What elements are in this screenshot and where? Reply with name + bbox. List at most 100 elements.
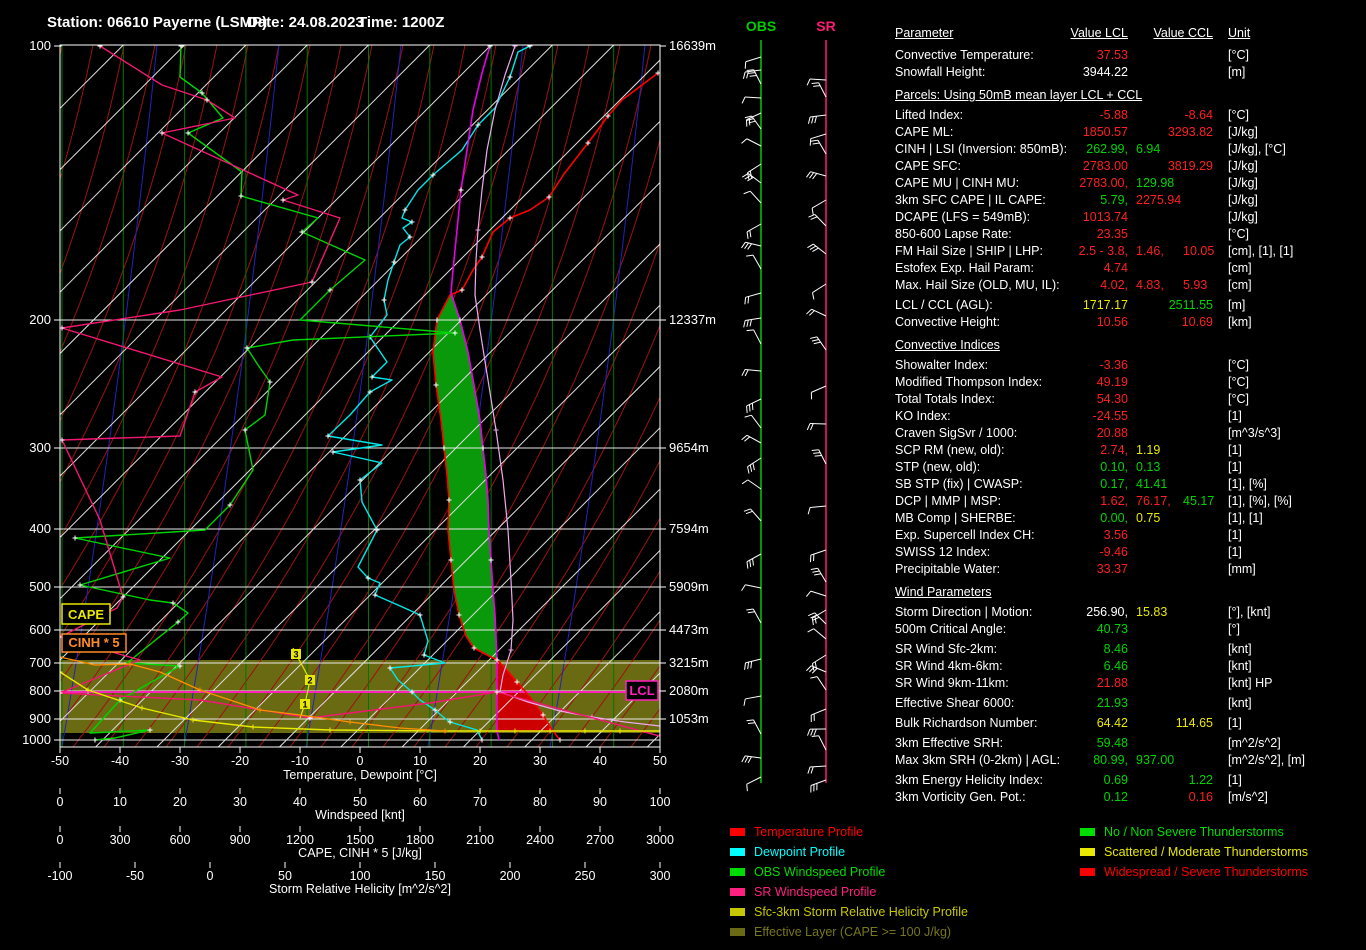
param-unit: [cm] bbox=[1228, 261, 1252, 275]
svg-text:-50: -50 bbox=[51, 754, 69, 768]
param-value-2: 1.19 bbox=[1136, 443, 1161, 457]
param-value-lcl: 0.17, bbox=[1100, 477, 1128, 491]
param-row: DCAPE (LFS = 549mB): 1013.74 [J/kg] bbox=[895, 210, 1363, 227]
param-unit: [cm], [1], [1] bbox=[1228, 244, 1294, 258]
param-row: SR Wind Sfc-2km: 8.46 [knt] bbox=[895, 642, 1363, 659]
param-value-lcl: 49.19 bbox=[1096, 375, 1128, 389]
param-row: Craven SigSvr / 1000: 20.88 [m^3/s^3] bbox=[895, 426, 1363, 443]
svg-text:2100: 2100 bbox=[466, 833, 494, 847]
svg-text:600: 600 bbox=[29, 622, 51, 637]
km-height-marker: 3 bbox=[291, 649, 301, 660]
param-value-lcl: 8.46 bbox=[1103, 642, 1128, 656]
param-value-lcl: 4.02, bbox=[1100, 278, 1128, 292]
km-height-marker: 2 bbox=[305, 675, 315, 686]
param-unit: [°C] bbox=[1228, 392, 1249, 406]
date-title: Date: 24.08.2023 bbox=[247, 14, 364, 31]
svg-text:200: 200 bbox=[29, 312, 51, 327]
param-value-2: 15.83 bbox=[1136, 605, 1168, 619]
param-unit: [1] bbox=[1228, 409, 1242, 423]
svg-text:30: 30 bbox=[533, 754, 547, 768]
legend-label: Scattered / Moderate Thunderstorms bbox=[1104, 845, 1309, 859]
svg-text:-20: -20 bbox=[231, 754, 249, 768]
param-value-lcl: 40.73 bbox=[1096, 622, 1128, 636]
param-value-lcl: -24.55 bbox=[1092, 409, 1128, 423]
param-unit: [1] bbox=[1228, 773, 1242, 787]
section-header: Parcels: Using 50mB mean layer LCL + CCL bbox=[895, 88, 1363, 108]
param-row: SCP RM (new, old): 2.74, 1.19 [1] bbox=[895, 443, 1363, 460]
param-value-lcl: 23.35 bbox=[1096, 227, 1128, 241]
svg-text:2700: 2700 bbox=[586, 833, 614, 847]
param-row: 3km Energy Helicity Index: 0.69 1.22 [1] bbox=[895, 773, 1363, 790]
legend-label: OBS Windspeed Profile bbox=[754, 865, 886, 879]
param-row: KO Index: -24.55 [1] bbox=[895, 409, 1363, 426]
param-row: LCL / CCL (AGL): 1717.17 2511.55 [m] bbox=[895, 298, 1363, 315]
param-row: 500m Critical Angle: 40.73 [°] bbox=[895, 622, 1363, 639]
param-unit: [°C] bbox=[1228, 375, 1249, 389]
svg-text:CINH * 5: CINH * 5 bbox=[68, 635, 119, 650]
svg-text:20: 20 bbox=[173, 795, 187, 809]
param-value-lcl: 1013.74 bbox=[1082, 210, 1128, 224]
profile-legend-item: SR Windspeed Profile bbox=[730, 882, 968, 902]
param-unit: [J/kg] bbox=[1228, 176, 1258, 190]
svg-text:-100: -100 bbox=[47, 869, 72, 883]
param-unit: [m^2/s^2], [m] bbox=[1228, 753, 1306, 767]
param-row: Lifted Index: -5.88 -8.64 [°C] bbox=[895, 108, 1363, 125]
svg-text:7594m: 7594m bbox=[669, 521, 709, 536]
svg-text:1000: 1000 bbox=[22, 732, 51, 747]
svg-text:50: 50 bbox=[353, 795, 367, 809]
param-value-lcl: 80.99, bbox=[1093, 753, 1128, 767]
param-row: 850-600 Lapse Rate: 23.35 [°C] bbox=[895, 227, 1363, 244]
param-value-2: 937.00 bbox=[1136, 753, 1175, 767]
param-value-ccl: 3819.29 bbox=[1167, 159, 1213, 173]
param-row: CINH | LSI (Inversion: 850mB): 262.99, 6.9… bbox=[895, 142, 1363, 159]
param-value-ccl: 2511.55 bbox=[1168, 298, 1213, 312]
svg-text:2080m: 2080m bbox=[669, 683, 709, 698]
param-row: Showalter Index: -3.36 [°C] bbox=[895, 358, 1363, 375]
temperature-axis: -50 -40 -30 -20 -10 0 10 20 30 40 50 Temperature, D… bbox=[51, 747, 667, 782]
srh-axis: -100 -50 0 50 100 150 200 250 300 Storm Relative … bbox=[47, 862, 670, 896]
profile-legend-item: Sfc-3km Storm Relative Helicity Profile bbox=[730, 902, 968, 922]
param-value-lcl: 37.53 bbox=[1096, 48, 1128, 62]
param-unit: [knt] bbox=[1228, 696, 1252, 710]
param-value-lcl: 4.74 bbox=[1103, 261, 1128, 275]
param-unit: [knt] bbox=[1228, 642, 1252, 656]
svg-text:300: 300 bbox=[110, 833, 131, 847]
svg-text:4473m: 4473m bbox=[669, 622, 709, 637]
col-header-value-ccl: Value CCL bbox=[1153, 26, 1213, 40]
svg-text:10: 10 bbox=[413, 754, 427, 768]
param-unit: [m/s^2] bbox=[1228, 790, 1268, 804]
param-unit: [°C] bbox=[1228, 108, 1249, 122]
svg-text:10: 10 bbox=[113, 795, 127, 809]
profile-legend-item: Dewpoint Profile bbox=[730, 842, 968, 862]
param-row: SWISS 12 Index: -9.46 [1] bbox=[895, 545, 1363, 562]
param-unit: [J/kg] bbox=[1228, 125, 1258, 139]
param-value-3: 5.93 bbox=[1183, 278, 1208, 292]
param-unit: [°C] bbox=[1228, 48, 1249, 62]
svg-text:100: 100 bbox=[650, 795, 671, 809]
time-title: Time: 1200Z bbox=[358, 14, 445, 31]
param-value-lcl: 2783.00, bbox=[1079, 176, 1128, 190]
param-unit: [1] bbox=[1228, 443, 1242, 457]
param-unit: [1] bbox=[1228, 716, 1242, 730]
section-header: Convective Indices bbox=[895, 338, 1363, 358]
svg-text:1200: 1200 bbox=[286, 833, 314, 847]
legend-color-chip bbox=[730, 828, 745, 836]
param-value-lcl: 33.37 bbox=[1096, 562, 1128, 576]
svg-text:300: 300 bbox=[29, 440, 51, 455]
param-value-lcl: 2.74, bbox=[1100, 443, 1128, 457]
param-row: Precipitable Water: 33.37 [mm] bbox=[895, 562, 1363, 579]
param-value-2: 2275.94 bbox=[1136, 193, 1182, 207]
param-value-lcl: 59.48 bbox=[1096, 736, 1128, 750]
param-value-lcl: 262.99, bbox=[1086, 142, 1128, 156]
sr-wind-column: SR bbox=[805, 18, 836, 793]
section-header: Wind Parameters bbox=[895, 585, 1363, 605]
param-unit: [1], [1] bbox=[1228, 511, 1263, 525]
svg-text:-10: -10 bbox=[291, 754, 309, 768]
svg-text:250: 250 bbox=[575, 869, 596, 883]
svg-text:700: 700 bbox=[29, 655, 51, 670]
svg-text:1: 1 bbox=[302, 700, 307, 710]
lcl-label: LCL bbox=[625, 680, 659, 701]
param-row: Modified Thompson Index: 49.19 [°C] bbox=[895, 375, 1363, 392]
dewpoint-profile bbox=[327, 45, 531, 741]
param-value-lcl: -9.46 bbox=[1099, 545, 1129, 559]
